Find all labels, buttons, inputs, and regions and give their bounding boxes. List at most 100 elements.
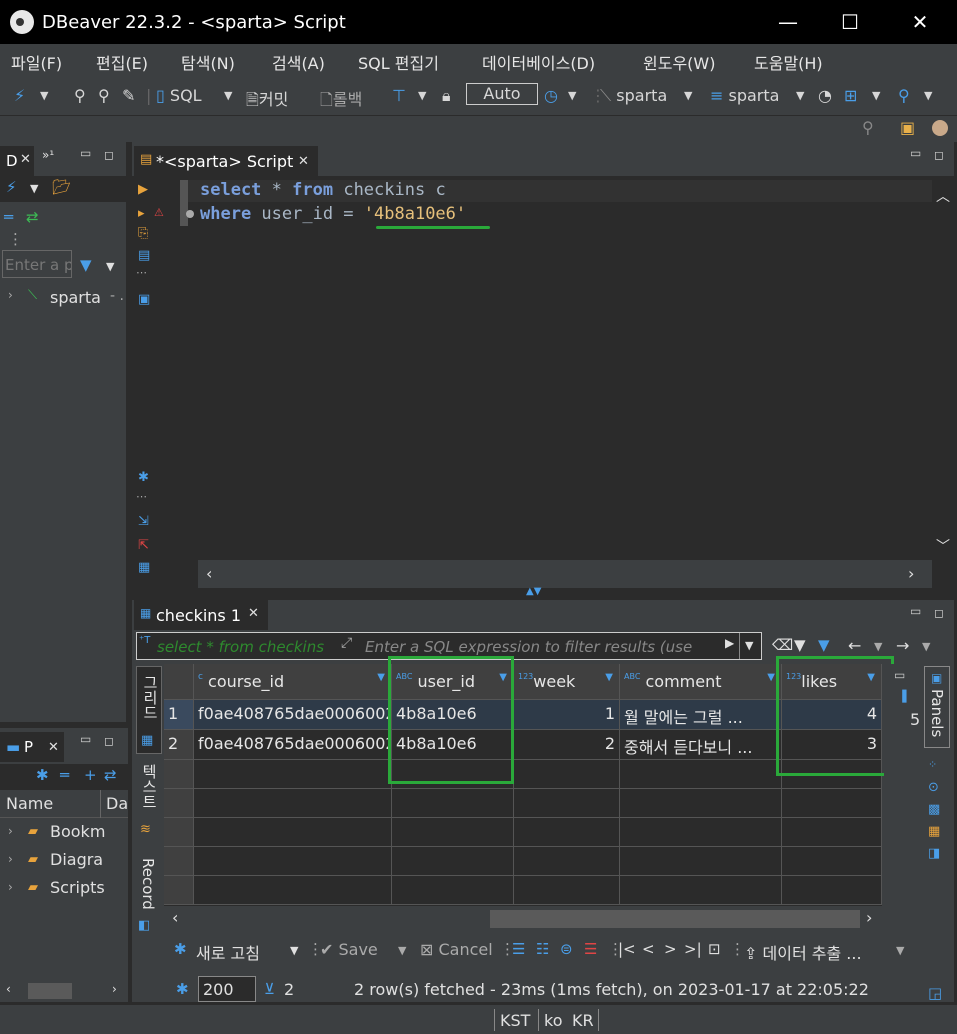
delete-row-icon[interactable]: ☰: [584, 940, 597, 958]
tab-checkins-1[interactable]: ▦ checkins 1 ✕: [134, 600, 268, 630]
column-header-course-id[interactable]: c course_id ▼: [194, 664, 392, 700]
datasource-selector[interactable]: ⟍ sparta: [600, 86, 667, 106]
maximize-icon[interactable]: ◻: [104, 734, 114, 748]
minimize-button[interactable]: —: [756, 0, 820, 44]
chevron-right-icon[interactable]: ›: [866, 908, 872, 927]
tab-record[interactable]: Record: [136, 854, 162, 928]
transaction-mode-icon[interactable]: ⊤: [392, 86, 406, 105]
tab-grid[interactable]: 그리드 ▦: [136, 666, 162, 754]
commit-button[interactable]: 🗎커밋: [246, 86, 288, 116]
tab-text[interactable]: 텍스트 ≋: [136, 760, 162, 846]
navigator-filter-input[interactable]: Enter a p: [2, 250, 72, 278]
grid-corner[interactable]: [164, 664, 194, 700]
table-cell[interactable]: f0ae408765dae0006002: [194, 700, 392, 730]
chevron-up-icon[interactable]: ︿: [936, 186, 950, 206]
last-page-icon[interactable]: >|: [684, 940, 702, 958]
next-page-icon[interactable]: >: [664, 940, 677, 958]
row-count-icon[interactable]: ⊻: [264, 980, 275, 998]
link-icon[interactable]: ⇄: [104, 766, 117, 784]
previous-page-icon[interactable]: <: [642, 940, 655, 958]
tab-projects[interactable]: ▬ P ✕: [0, 732, 64, 762]
chevron-down-icon[interactable]: ▼: [224, 89, 232, 102]
expand-icon[interactable]: ›: [8, 288, 13, 302]
chevron-down-icon[interactable]: ▼: [896, 944, 904, 957]
table-cell[interactable]: 2: [514, 730, 620, 760]
menu-edit[interactable]: 편집(E): [96, 50, 148, 74]
menu-file[interactable]: 파일(F): [11, 50, 62, 74]
tree-item-scripts[interactable]: Scripts: [50, 878, 105, 897]
chevron-down-icon[interactable]: ▼: [872, 89, 880, 102]
chevron-left-icon[interactable]: ‹: [172, 908, 178, 927]
chevron-down-icon[interactable]: ﹀: [936, 536, 950, 556]
settings-icon[interactable]: ✱: [138, 470, 149, 485]
record-icon[interactable]: ◧: [138, 918, 150, 933]
maximize-button[interactable]: ☐: [818, 0, 882, 44]
code-line-1[interactable]: select * from checkins c: [200, 180, 446, 200]
fetch-size-input[interactable]: 200: [198, 976, 256, 1002]
refresh-button[interactable]: 새로 고침: [196, 940, 260, 964]
code-line-2[interactable]: where user_id = '4b8a10e6': [200, 204, 466, 224]
clear-filter-icon[interactable]: ⌫: [772, 636, 793, 654]
filter-history-icon[interactable]: ▼: [745, 639, 753, 652]
sql-editor[interactable]: ▶ ▸ ⚠ ⎘ ▤ ⋯ ▣ ✱ ⋯ ⇲ ⇱ ▦ select * from ch…: [132, 176, 954, 588]
export-icon[interactable]: ⇱: [138, 538, 149, 553]
chevron-down-icon[interactable]: ▼: [30, 182, 38, 195]
chevron-down-icon[interactable]: ▼: [418, 89, 426, 102]
close-icon[interactable]: ✕: [298, 154, 309, 169]
avatar[interactable]: [932, 120, 948, 136]
sort-icon[interactable]: ▼: [377, 672, 385, 683]
configure-icon[interactable]: ✱: [36, 766, 49, 784]
row-number[interactable]: 1: [164, 700, 194, 730]
cancel-button[interactable]: ⊠ Cancel: [420, 940, 493, 959]
execute-statement-icon[interactable]: ▶: [138, 182, 148, 197]
execute-statement-new-tab-icon[interactable]: ▸: [138, 206, 145, 221]
arrow-right-icon[interactable]: →: [896, 636, 909, 655]
table-cell[interactable]: 중해서 듣다보니 ...: [620, 730, 782, 760]
schema-selector[interactable]: ≡ sparta: [710, 86, 779, 105]
column-da[interactable]: Da: [106, 794, 128, 813]
expand-icon[interactable]: ›: [8, 880, 13, 894]
edit-row-icon[interactable]: ☰: [512, 940, 525, 958]
filter-icon[interactable]: ▼: [80, 256, 92, 274]
layout-icon[interactable]: ◲: [928, 984, 942, 1002]
chevron-down-icon[interactable]: ▼: [40, 89, 48, 102]
calculator-icon[interactable]: ⊙: [928, 780, 939, 795]
format-icon[interactable]: ▦: [138, 560, 150, 575]
import-icon[interactable]: ⇲: [138, 514, 149, 529]
chevron-left-icon[interactable]: ‹: [206, 564, 212, 583]
custom-filter-icon[interactable]: ▼: [818, 636, 830, 654]
lock-icon[interactable]: 🔒︎: [442, 86, 451, 106]
maximize-icon[interactable]: ◻: [934, 606, 944, 620]
editor-horizontal-scrollbar[interactable]: ‹ ›: [198, 560, 932, 588]
editor-results-splitter[interactable]: ▲▼: [132, 586, 954, 600]
close-icon[interactable]: ✕: [248, 606, 259, 621]
row-number[interactable]: 2: [164, 730, 194, 760]
menu-window[interactable]: 윈도우(W): [643, 50, 715, 74]
first-page-icon[interactable]: |<: [618, 940, 636, 958]
new-connection-icon[interactable]: ⚡: [14, 86, 25, 105]
sort-icon[interactable]: ▼: [605, 672, 613, 683]
grid-horizontal-scrollbar[interactable]: ‹ ›: [164, 906, 882, 932]
folder-icon[interactable]: 📂︎: [52, 178, 71, 196]
tree-item-sparta[interactable]: sparta: [50, 288, 101, 307]
chevron-down-icon[interactable]: ▼: [924, 89, 932, 102]
search-icon[interactable]: ⚲: [862, 118, 874, 137]
minimize-icon[interactable]: ▭: [910, 146, 921, 160]
sort-icon[interactable]: ▼: [767, 672, 775, 683]
panels-toggle[interactable]: ▣ Panels: [924, 666, 950, 748]
column-header-comment[interactable]: ABC comment ▼: [620, 664, 782, 700]
execute-script-icon[interactable]: ⎘: [138, 226, 148, 241]
disconnect-icon[interactable]: ⚲: [98, 86, 110, 105]
menu-navigate[interactable]: 탐색(N): [181, 50, 235, 74]
scroll-thumb[interactable]: [490, 910, 860, 928]
grouping-icon[interactable]: ▦: [928, 824, 940, 839]
chevron-down-icon[interactable]: ▼: [290, 944, 298, 957]
link-icon[interactable]: ⇄: [26, 208, 39, 226]
value-viewer-icon[interactable]: ⁘: [928, 758, 937, 771]
collapse-icon[interactable]: ═: [4, 208, 13, 226]
maximize-icon[interactable]: ◻: [934, 148, 944, 162]
collapse-icon[interactable]: ═: [60, 766, 69, 784]
close-icon[interactable]: ✕: [48, 740, 59, 755]
maximize-icon[interactable]: ◻: [104, 148, 114, 162]
menu-help[interactable]: 도움말(H): [754, 50, 823, 74]
